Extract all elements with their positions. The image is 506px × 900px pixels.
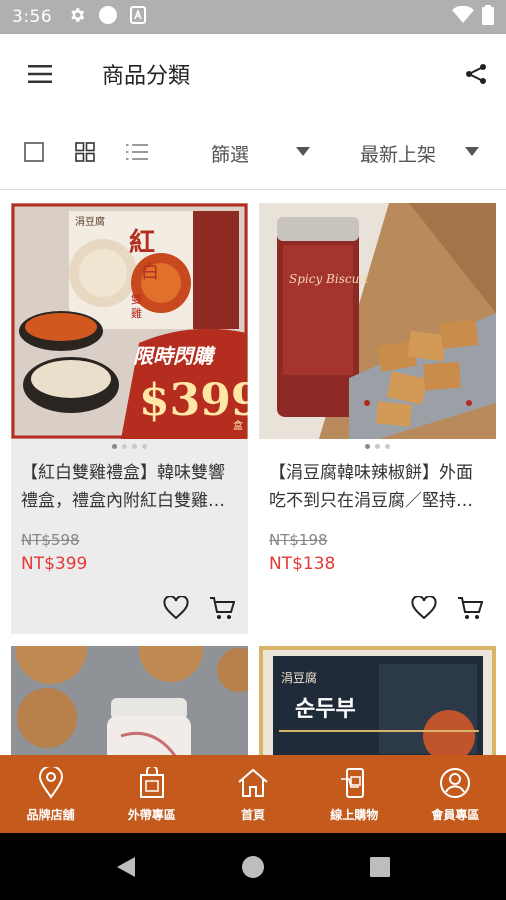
share-icon [466,64,486,84]
product-title[interactable]: 【涓豆腐韓味辣椒餅】外面 吃不到只在涓豆腐／堅持… [269,459,491,515]
nav-label: 線上購物 [330,807,379,822]
nav-member[interactable]: 會員專區 [405,755,506,833]
single-view-icon [24,142,44,162]
heart-icon [411,596,437,620]
product-card[interactable]: 紅 白 雙 雞 涓豆腐 限時閃購 $399 盒 【紅白雙雞禮盒】韓味雙響 禮盒，… [11,203,248,634]
product-card[interactable] [11,646,248,755]
back-icon [117,857,135,877]
nav-online-shopping[interactable]: 線上購物 [304,755,405,833]
system-navigation-bar [0,833,506,900]
list-view-button[interactable] [123,138,151,166]
cart-icon [458,597,483,619]
hamburger-menu-icon [28,65,52,83]
home-icon [238,768,268,797]
svg-text:盒: 盒 [233,419,243,432]
battery-icon [482,5,494,29]
wifi-icon [452,5,474,28]
nav-home[interactable]: 首頁 [202,755,303,833]
heart-icon [163,596,189,620]
svg-text:雙: 雙 [131,293,142,306]
takeout-bag-icon [139,766,164,798]
nav-label: 會員專區 [431,807,480,822]
cart-icon [210,597,235,619]
favorite-button[interactable] [409,593,439,623]
filter-dropdown[interactable]: 篩選 [211,140,249,167]
product-card[interactable]: 涓豆腐 순두부 [259,646,496,755]
image-carousel-dots [11,444,248,449]
product-image[interactable]: Spicy Biscuit [259,203,496,439]
svg-text:白: 白 [141,262,159,283]
product-grid: 紅 白 雙 雞 涓豆腐 限時閃購 $399 盒 【紅白雙雞禮盒】韓味雙響 禮盒，… [0,191,506,755]
grid-view-button[interactable] [71,138,99,166]
image-carousel-dots [259,444,496,449]
status-bar: 3:56 [0,0,506,34]
location-pin-icon [38,766,63,799]
svg-text:순두부: 순두부 [295,697,356,722]
product-image[interactable]: 涓豆腐 순두부 [259,646,496,755]
nav-brand-stores[interactable]: 品牌店舖 [0,755,101,833]
favorite-button[interactable] [161,593,191,623]
svg-text:涓豆腐: 涓豆腐 [75,215,105,228]
app-a-icon [130,6,147,28]
sort-chevron-down-icon[interactable] [465,147,479,156]
sale-price: NT$138 [269,554,336,574]
svg-text:$399: $399 [139,375,248,426]
nav-label: 首頁 [241,807,266,822]
view-filter-toolbar: 篩選 最新上架 [0,114,506,190]
page-title: 商品分類 [102,64,191,89]
gear-icon [68,6,86,28]
circle-icon [98,5,118,29]
menu-button[interactable] [0,34,80,114]
product-image[interactable]: 紅 白 雙 雞 涓豆腐 限時閃購 $399 盒 [11,203,248,439]
add-to-cart-button[interactable] [455,593,485,623]
sort-dropdown[interactable]: 最新上架 [360,140,436,167]
system-back-button[interactable] [112,853,140,881]
single-view-button[interactable] [20,138,48,166]
share-button[interactable] [446,34,506,114]
home-circle-icon [242,856,264,878]
grid-view-icon [75,142,95,162]
mobile-shopping-icon [341,767,365,798]
app-bar: 商品分類 [0,34,506,114]
member-profile-icon [440,767,471,798]
add-to-cart-button[interactable] [207,593,237,623]
original-price: NT$198 [269,531,328,549]
recents-icon [370,857,390,877]
nav-label: 外帶專區 [127,807,176,822]
system-recents-button[interactable] [366,853,394,881]
sale-price: NT$399 [21,554,88,574]
product-card[interactable]: Spicy Biscuit 【涓豆腐韓味辣椒餅】外面 吃不到只在涓豆腐／堅持… … [259,203,496,634]
nav-label: 品牌店舖 [26,807,75,822]
svg-text:雞: 雞 [131,306,142,320]
system-home-button[interactable] [239,853,267,881]
filter-chevron-down-icon[interactable] [296,147,310,156]
svg-text:Spicy Biscuit: Spicy Biscuit [289,272,368,286]
original-price: NT$598 [21,531,80,549]
product-title[interactable]: 【紅白雙雞禮盒】韓味雙響 禮盒，禮盒內附紅白雙雞… [21,459,243,515]
svg-text:涓豆腐: 涓豆腐 [281,670,317,685]
bottom-navigation: 品牌店舖 外帶專區 首頁 線上購物 會員專區 [0,755,506,833]
svg-text:紅: 紅 [129,228,155,258]
nav-takeout[interactable]: 外帶專區 [101,755,202,833]
svg-text:限時閃購: 限時閃購 [133,344,216,368]
status-time: 3:56 [12,7,53,27]
product-image[interactable] [11,646,248,755]
list-view-icon [126,144,148,160]
